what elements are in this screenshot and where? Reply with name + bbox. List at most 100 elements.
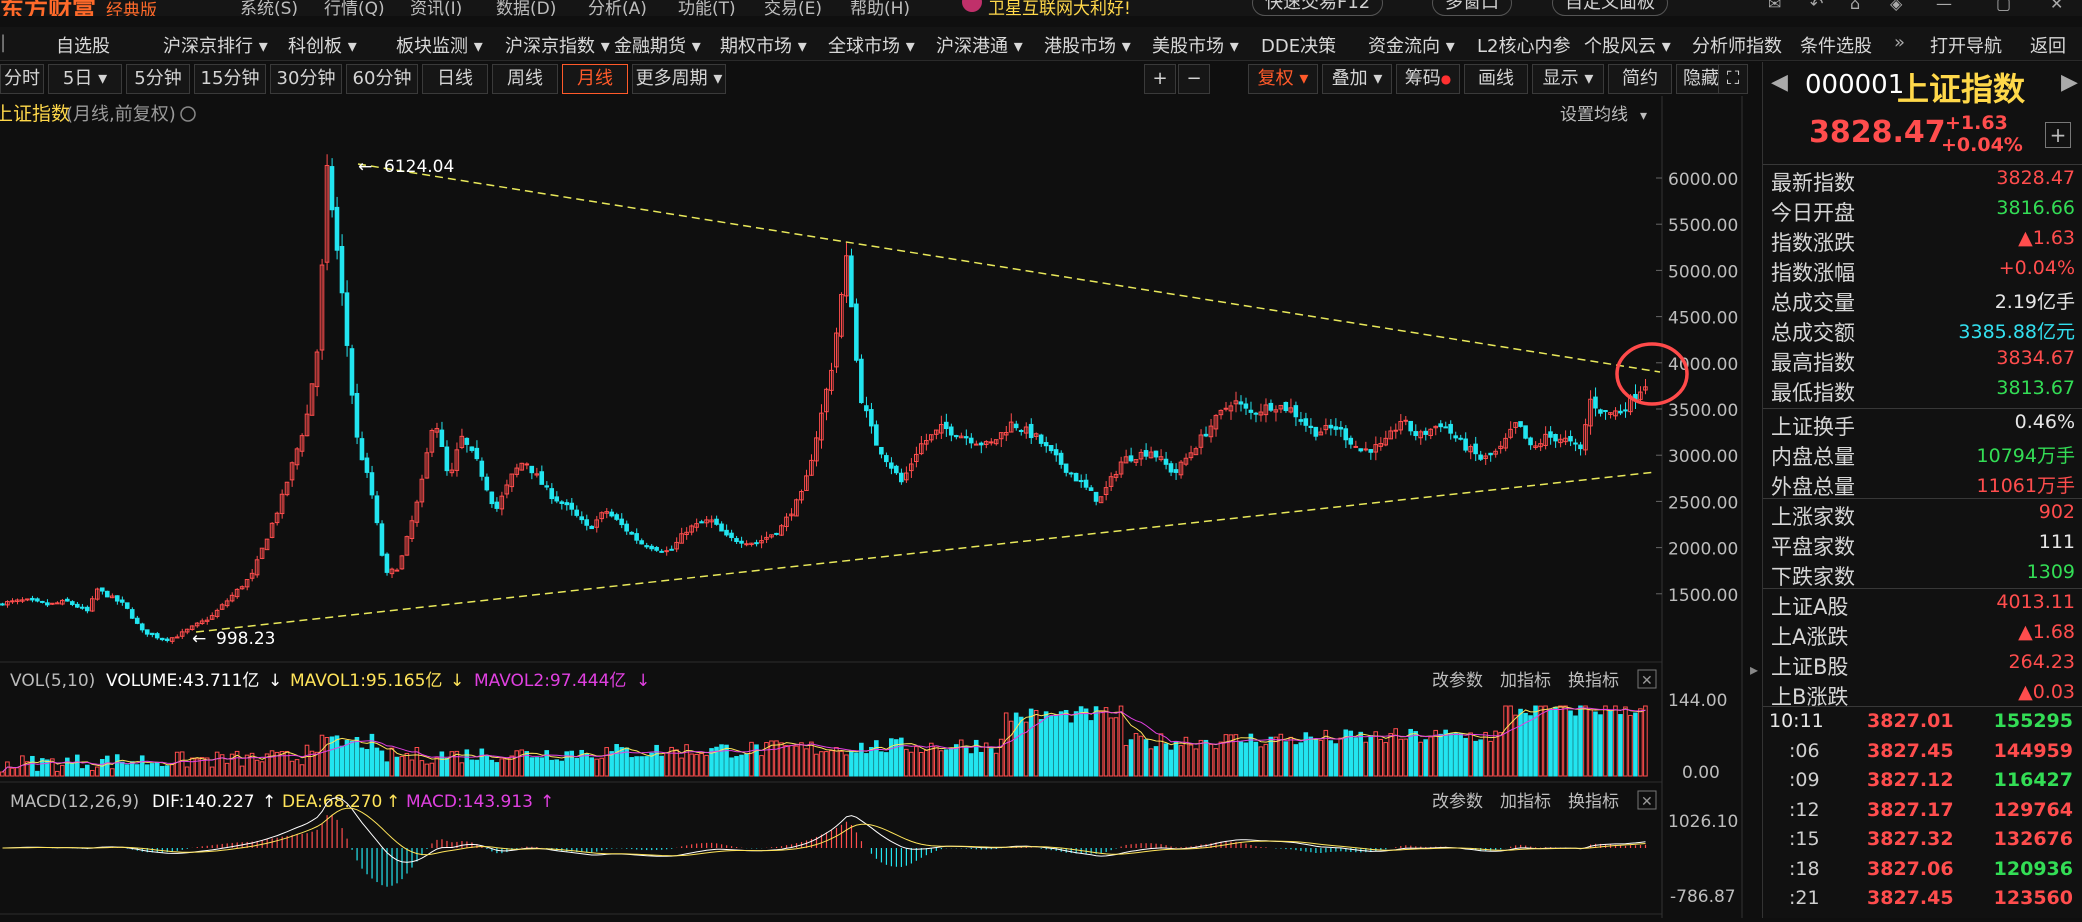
quick-trade-button[interactable]: 快速交易F12 (1252, 0, 1384, 16)
nav-item-ranking[interactable]: 沪深京排行 ▾ (163, 32, 268, 58)
minimize-icon[interactable]: — (1936, 0, 1952, 13)
custom-panel-button[interactable]: 自定义面板 (1552, 0, 1668, 16)
nav-item-stock-news[interactable]: 个股风云 ▾ (1584, 32, 1671, 58)
nav-item-screener[interactable]: 条件选股 (1800, 32, 1872, 58)
nav-item-watchlist[interactable]: 自选股 (56, 32, 110, 58)
period-60min[interactable]: 60分钟 (346, 64, 418, 94)
tick-row[interactable]: :21 3827.45 123560 (1763, 887, 2082, 917)
lower-trend-line[interactable] (195, 471, 1657, 633)
fullscreen-icon[interactable]: ⛶ (1718, 64, 1748, 94)
menu-analysis[interactable]: 分析(A) (588, 0, 647, 16)
nav-item-index[interactable]: 沪深京指数 ▾ (505, 32, 610, 58)
period-monthly[interactable]: 月线 (562, 64, 628, 94)
panel-collapse-icon[interactable]: ▸ (1750, 650, 1762, 690)
menu-news[interactable]: 资讯(I) (410, 0, 462, 16)
menu-function[interactable]: 功能(T) (678, 0, 736, 16)
period-15min[interactable]: 15分钟 (194, 64, 266, 94)
quote-row-label: 总成交量 (1771, 291, 1855, 315)
display-button[interactable]: 显示 ▾ (1532, 64, 1604, 94)
prev-stock-icon[interactable]: ◀ (1771, 70, 1788, 95)
panel-separator (1763, 706, 2082, 707)
overlay-button[interactable]: 叠加 ▾ (1322, 64, 1392, 94)
tick-row[interactable]: :12 3827.17 129764 (1763, 799, 2082, 829)
kline-chart-svg[interactable]: 上证指数 (月线,前复权) 设置均线 ▾ 6000.00 5500.00 5000.… (0, 96, 1752, 918)
nav-item-fund-flow[interactable]: 资金流向 ▾ (1368, 32, 1455, 58)
vol-switch-indicator-button[interactable]: 换指标 (1568, 671, 1619, 691)
menu-help[interactable]: 帮助(H) (850, 0, 910, 16)
tick-row[interactable]: :15 3827.32 132676 (1763, 828, 2082, 858)
simple-mode-button[interactable]: 简约 (1608, 64, 1672, 94)
period-30min[interactable]: 30分钟 (270, 64, 342, 94)
nav-item-l2[interactable]: L2核心内参 (1477, 32, 1570, 58)
ma-setting-button[interactable]: 设置均线 (1560, 105, 1628, 125)
tick-row[interactable]: 10:11 3827.01 155295 (1763, 710, 2082, 740)
volume-bar (134, 764, 140, 777)
nav-item-index-label: 沪深京指数 (505, 36, 595, 57)
vol-params-button[interactable]: 改参数 (1432, 671, 1483, 691)
nav-item-star-market[interactable]: 科创板 ▾ (288, 32, 357, 58)
tick-row[interactable]: :06 3827.45 144959 (1763, 740, 2082, 770)
candle-body (864, 405, 869, 412)
period-daily[interactable]: 日线 (422, 64, 488, 94)
add-watchlist-icon[interactable]: + (2045, 122, 2071, 148)
menu-data[interactable]: 数据(D) (496, 0, 556, 16)
volume-bar (1443, 729, 1448, 777)
chips-button[interactable]: 筹码● (1396, 64, 1460, 94)
period-5day[interactable]: 5日 ▾ (48, 64, 122, 94)
nav-item-stock-news-label: 个股风云 (1584, 36, 1656, 57)
kline-chart-area[interactable]: 上证指数 (月线,前复权) 设置均线 ▾ 6000.00 5500.00 5000.… (0, 96, 1752, 918)
nav-item-futures[interactable]: 金融期货 ▾ (614, 32, 701, 58)
nav-item-options[interactable]: 期权市场 ▾ (720, 32, 807, 58)
macd-switch-indicator-button[interactable]: 换指标 (1568, 792, 1619, 812)
volume-bar (849, 750, 854, 777)
volume-bar (189, 757, 195, 777)
promo-banner[interactable]: 卫星互联网大利好! (988, 0, 1131, 16)
nav-item-hk[interactable]: 港股市场 ▾ (1044, 32, 1131, 58)
macd-params-button[interactable]: 改参数 (1432, 792, 1483, 812)
nav-item-global[interactable]: 全球市场 ▾ (828, 32, 915, 58)
nav-item-connect[interactable]: 沪深港通 ▾ (936, 32, 1023, 58)
zoom-out-button[interactable]: − (1178, 64, 1210, 94)
candle-body (474, 447, 480, 460)
tick-row[interactable]: :09 3827.12 116427 (1763, 769, 2082, 799)
upper-trend-line[interactable] (357, 163, 1661, 373)
maximize-icon[interactable]: ▢ (1996, 0, 2011, 13)
mail-icon[interactable]: ✉ (1768, 0, 1781, 13)
zoom-in-button[interactable]: + (1144, 64, 1176, 94)
chart-settings-gear-icon[interactable] (180, 106, 196, 122)
candle-body (574, 509, 579, 516)
volume-bar (749, 741, 754, 777)
nav-item-open-nav[interactable]: 打开导航 (1930, 32, 2002, 58)
volume-bar (1353, 737, 1359, 777)
multi-window-button[interactable]: 多窗口 (1432, 0, 1512, 16)
nav-item-dde[interactable]: DDE决策 (1261, 32, 1336, 58)
volume-bar (1508, 705, 1513, 777)
period-intraday[interactable]: 分时 (0, 64, 44, 94)
volume-bar (1098, 710, 1104, 777)
vol-add-indicator-button[interactable]: 加指标 (1500, 671, 1551, 691)
candle-body (1223, 407, 1229, 410)
volume-bar (1493, 730, 1498, 777)
next-stock-icon[interactable]: ▶ (2061, 70, 2078, 95)
home-icon[interactable]: ⌂ (1850, 0, 1860, 13)
price-change: +1.63 (1945, 112, 2008, 134)
tick-row[interactable]: :18 3827.06 120936 (1763, 858, 2082, 888)
close-icon[interactable]: ✕ (2050, 0, 2063, 13)
fuquan-button[interactable]: 复权 ▾ (1248, 64, 1318, 94)
period-weekly[interactable]: 周线 (492, 64, 558, 94)
draw-line-button[interactable]: 画线 (1464, 64, 1528, 94)
nav-more-icon[interactable]: » (1894, 32, 1905, 53)
period-5min[interactable]: 5分钟 (126, 64, 190, 94)
candle-body (609, 511, 614, 517)
menu-trade[interactable]: 交易(E) (764, 0, 822, 16)
macd-add-indicator-button[interactable]: 加指标 (1500, 792, 1551, 812)
nav-item-back[interactable]: 返回 (2030, 32, 2066, 58)
nav-item-analyst[interactable]: 分析师指数 (1692, 32, 1782, 58)
nav-item-us[interactable]: 美股市场 ▾ (1152, 32, 1239, 58)
back-icon[interactable]: ↶ (1810, 0, 1823, 13)
nav-item-sector-monitor[interactable]: 板块监测 ▾ (396, 32, 483, 58)
skin-icon[interactable]: ◈ (1890, 0, 1902, 13)
menu-quote[interactable]: 行情(Q) (324, 0, 385, 16)
menu-system[interactable]: 系统(S) (240, 0, 298, 16)
period-more[interactable]: 更多周期 ▾ (632, 64, 726, 94)
